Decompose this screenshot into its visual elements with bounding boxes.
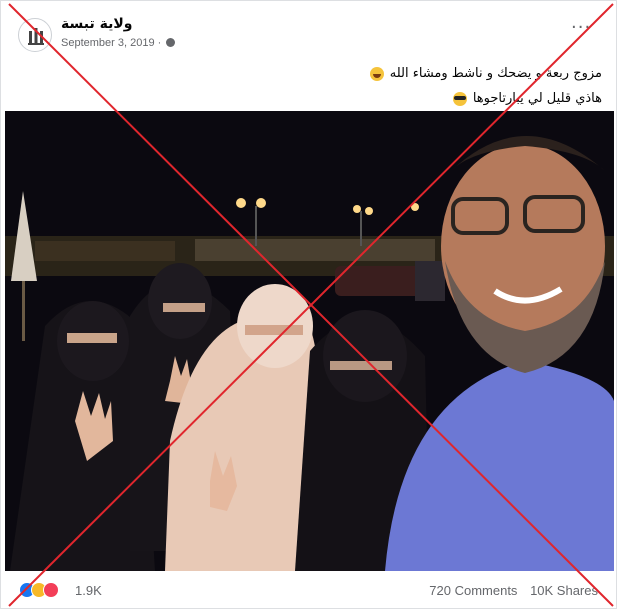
page-avatar[interactable] xyxy=(18,18,52,52)
caption-line: مزوج ربعة و يضحك و ناشط ومشاء الله xyxy=(42,61,602,86)
love-icon xyxy=(43,582,59,598)
post-meta: September 3, 2019 · xyxy=(61,37,176,49)
post-date[interactable]: September 3, 2019 xyxy=(61,37,155,49)
shares-count[interactable]: 10K Shares xyxy=(530,583,598,598)
post-header: ولاية تبسة September 3, 2019 · ··· xyxy=(1,1,617,61)
meta-separator: · xyxy=(157,37,162,49)
building-icon xyxy=(28,28,44,45)
post-card: ولاية تبسة September 3, 2019 · ··· مزوج … xyxy=(0,0,617,609)
group-selfie-image xyxy=(5,111,614,571)
page-name[interactable]: ولاية تبسة xyxy=(61,16,132,32)
caption-text: مزوج ربعة و يضحك و ناشط ومشاء الله xyxy=(389,66,602,81)
reaction-count[interactable]: 1.9K xyxy=(75,583,102,598)
post-caption: مزوج ربعة و يضحك و ناشط ومشاء الله هاذي … xyxy=(42,61,602,111)
engagement-stats: 720 Comments 10K Shares xyxy=(429,583,598,598)
post-photo[interactable] xyxy=(5,111,614,571)
globe-icon xyxy=(166,37,176,47)
caption-line: هاذي قليل لي يبارتاجوها xyxy=(42,86,602,111)
more-options-icon[interactable]: ··· xyxy=(571,19,591,37)
laughing-emoji-icon xyxy=(369,66,384,81)
comments-count[interactable]: 720 Comments xyxy=(429,583,517,598)
sunglasses-emoji-icon xyxy=(452,91,467,106)
caption-text: هاذي قليل لي يبارتاجوها xyxy=(472,91,602,106)
